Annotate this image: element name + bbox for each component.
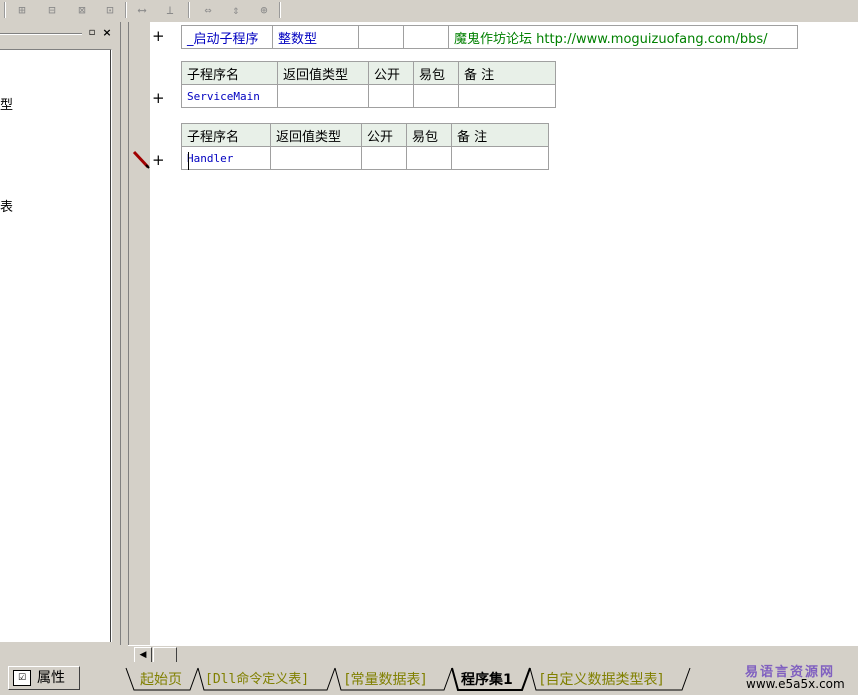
close-panel-icon[interactable]: ×	[101, 27, 113, 39]
sub-return-type-cell[interactable]	[270, 146, 362, 170]
tab-dll-commands[interactable]: [Dll命令定义表]	[205, 670, 309, 690]
sub-epackage-cell[interactable]	[413, 84, 459, 108]
expand-plus-icon[interactable]: +	[152, 89, 165, 107]
space-vertical-icon[interactable]: ⇕	[226, 1, 246, 19]
properties-tab[interactable]: ☑ 属性	[8, 666, 80, 690]
col-header-public: 公开	[361, 123, 407, 147]
public-cell[interactable]	[358, 25, 404, 49]
maximize-panel-icon[interactable]: ▫	[86, 27, 98, 39]
sub-note-cell[interactable]	[458, 84, 556, 108]
sub-public-cell[interactable]	[361, 146, 407, 170]
code-editor[interactable]: + _启动子程序 整数型 魔鬼作坊论坛 http://www.moguizuof…	[150, 22, 858, 645]
sub-public-cell[interactable]	[368, 84, 414, 108]
col-header-return-type: 返回值类型	[270, 123, 362, 147]
properties-icon: ☑	[13, 670, 31, 686]
sub-table-handler: 子程序名 返回值类型 公开 易包 备 注 Handler	[181, 123, 549, 170]
left-panel-header: ▫ ×	[0, 26, 118, 42]
panel-grip	[0, 33, 82, 35]
same-height-icon[interactable]: ⊥	[160, 1, 180, 19]
col-header-note: 备 注	[458, 61, 556, 85]
toolbar-separator	[188, 2, 190, 18]
sub-table-servicemain: 子程序名 返回值类型 公开 易包 备 注 ServiceMain	[181, 61, 556, 108]
watermark-url: www.e5a5x.com	[746, 677, 845, 691]
sub-note-cell[interactable]	[451, 146, 549, 170]
tab-custom-types[interactable]: [自定义数据类型表]	[540, 670, 663, 690]
properties-tab-label: 属性	[37, 670, 65, 686]
col-header-epackage: 易包	[413, 61, 459, 85]
col-header-return-type: 返回值类型	[277, 61, 369, 85]
col-header-name: 子程序名	[181, 61, 278, 85]
sub-epackage-cell[interactable]	[406, 146, 452, 170]
tab-constants[interactable]: [常量数据表]	[345, 670, 426, 690]
program-name-cell[interactable]: _启动子程序	[181, 25, 273, 49]
program-type-cell[interactable]: 整数型	[272, 25, 359, 49]
toolbar-separator	[125, 2, 127, 18]
expand-plus-icon[interactable]: +	[152, 27, 165, 45]
space-horizontal-icon[interactable]: ⇔	[198, 1, 218, 19]
col-header-epackage: 易包	[406, 123, 452, 147]
pencil-icon	[132, 150, 150, 169]
align-center-icon[interactable]: ⊟	[42, 1, 62, 19]
align-left-icon[interactable]: ⊞	[12, 1, 32, 19]
col-header-name: 子程序名	[181, 123, 271, 147]
toolbar: ⊞ ⊟ ⊠ ⊡ ⟷ ⊥ ⇔ ⇕ ⊕	[0, 0, 858, 22]
sub-name-cell[interactable]: Handler	[181, 146, 271, 170]
program-note-cell[interactable]: 魔鬼作坊论坛 http://www.moguizuofang.com/bbs/	[448, 25, 798, 49]
col-header-public: 公开	[368, 61, 414, 85]
sub-name-cell[interactable]: ServiceMain	[181, 84, 278, 108]
tree-item-text[interactable]: 表	[0, 196, 13, 215]
expand-plus-icon[interactable]: +	[152, 151, 165, 169]
epackage-cell[interactable]	[403, 25, 449, 49]
text-cursor	[188, 152, 189, 170]
toolbar-separator	[4, 2, 6, 18]
align-right-icon[interactable]: ⊠	[72, 1, 92, 19]
tab-assembly-1[interactable]: 程序集1	[461, 670, 513, 690]
center-both-icon[interactable]: ⊕	[254, 1, 274, 19]
program-tree[interactable]: 型 表	[0, 49, 112, 642]
align-top-icon[interactable]: ⊡	[100, 1, 120, 19]
tab-start-page[interactable]: 起始页	[140, 670, 182, 690]
editor-gutter	[128, 22, 151, 645]
same-width-icon[interactable]: ⟷	[132, 1, 152, 19]
col-header-note: 备 注	[451, 123, 549, 147]
sub-return-type-cell[interactable]	[277, 84, 369, 108]
tree-item-text[interactable]: 型	[0, 94, 13, 113]
scroll-thumb[interactable]	[153, 647, 177, 663]
scroll-left-icon[interactable]: ◀	[134, 647, 152, 663]
program-table: _启动子程序 整数型 魔鬼作坊论坛 http://www.moguizuofan…	[181, 25, 798, 49]
toolbar-separator	[279, 2, 281, 18]
